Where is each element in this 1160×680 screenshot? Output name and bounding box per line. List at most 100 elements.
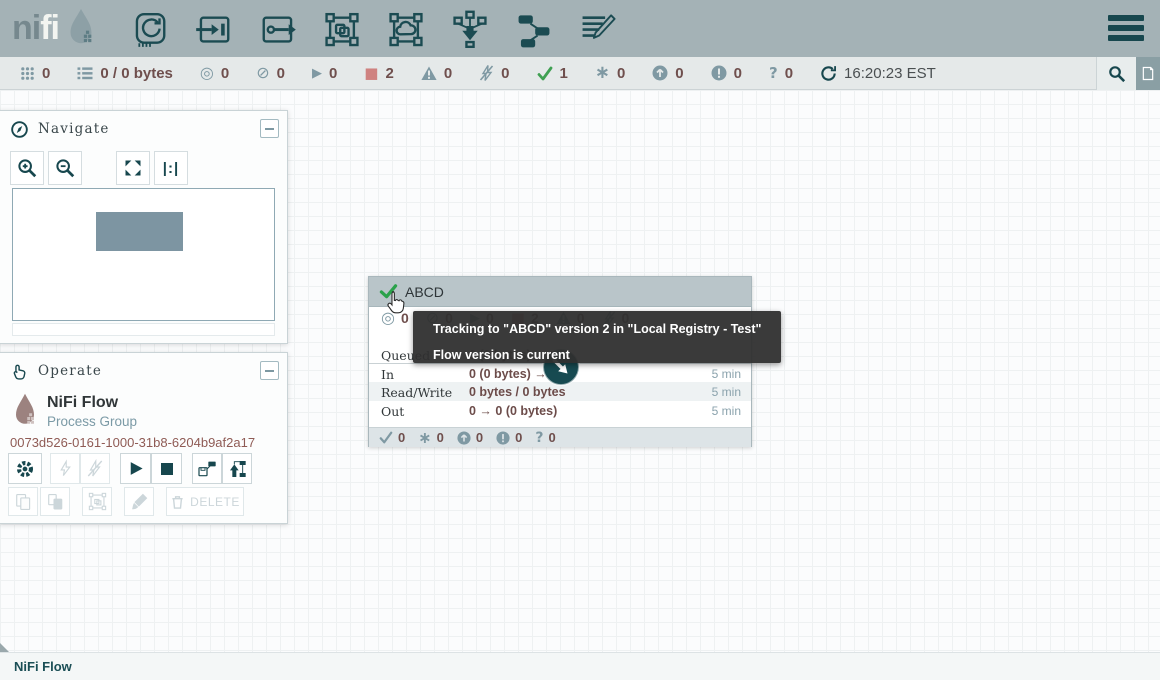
running-count: ▶ 0	[312, 65, 337, 82]
operate-title: Operate	[38, 363, 102, 379]
settings-panel-button[interactable]	[1136, 57, 1160, 90]
processor-icon[interactable]	[131, 9, 169, 49]
pg-transmitting: ◎ 0	[381, 310, 409, 326]
delete-button[interactable]: DELETE	[166, 487, 244, 516]
global-menu-button[interactable]	[1106, 12, 1146, 45]
refresh-icon	[820, 65, 837, 82]
copy-button[interactable]	[8, 487, 38, 516]
active-threads-count: 0	[20, 65, 50, 82]
search-icon	[1107, 64, 1126, 83]
birdseye-map[interactable]	[12, 188, 275, 321]
navigate-controls: |:|	[10, 151, 188, 185]
pg-out-row: Out 0 → 0 (0 bytes) 5 min	[369, 401, 751, 420]
zoom-fit-icon	[123, 158, 143, 178]
navigate-title: Navigate	[38, 121, 110, 137]
status-bar: 0 0 / 0 bytes ◎ 0 ⊘ 0 ▶ 0 ■ 2 0 0	[0, 57, 1160, 90]
label-icon[interactable]	[579, 9, 617, 49]
version-tooltip: Tracking to "ABCD" version 2 in "Local R…	[413, 311, 781, 363]
operate-header: Operate	[0, 353, 287, 389]
hand-icon	[10, 362, 29, 381]
zoom-out-icon	[54, 157, 76, 179]
queued-icon	[77, 66, 93, 81]
output-port-icon[interactable]	[259, 9, 297, 49]
breadcrumb-bar: NiFi Flow	[0, 652, 1160, 680]
sync-failure-count: ? 0	[769, 65, 793, 82]
lightning-icon	[57, 459, 74, 478]
breadcrumb-root[interactable]: NiFi Flow	[14, 659, 72, 674]
transmitting-icon: ◎	[381, 310, 395, 326]
sync-failure-icon: ?	[535, 431, 543, 445]
template-icon[interactable]	[515, 9, 553, 49]
brush-icon	[130, 492, 149, 511]
stopped-count: ■ 2	[364, 65, 394, 82]
logo-text-fi: fi	[40, 9, 59, 48]
copy-icon	[14, 492, 33, 512]
start-button[interactable]	[120, 453, 151, 484]
navigate-header: Navigate	[0, 111, 287, 147]
pg-version-footer: 0 ∗ 0 0 0 ? 0	[369, 427, 751, 447]
stale-icon	[457, 431, 471, 445]
configuration-button[interactable]	[8, 453, 42, 484]
color-button[interactable]	[124, 487, 154, 516]
transmitting-count: ◎ 0	[200, 65, 229, 82]
upload-template-button[interactable]	[222, 453, 252, 484]
pg-locally-modified: ∗ 0	[418, 430, 444, 446]
navigate-collapse-button[interactable]	[260, 119, 279, 138]
disable-button[interactable]	[80, 453, 110, 484]
template-upload-icon	[227, 459, 247, 479]
paste-button[interactable]	[40, 487, 70, 516]
selected-flow-id: 0073d526-0161-1000-31b8-6204b9af2a17	[10, 435, 255, 450]
flow-drop-icon	[10, 391, 40, 431]
process-group-name: ABCD	[405, 284, 444, 300]
hamburger-icon	[1106, 12, 1146, 45]
search-button[interactable]	[1096, 57, 1136, 90]
not-transmitting-count: ⊘ 0	[256, 65, 285, 82]
enable-button[interactable]	[50, 453, 80, 484]
stop-button[interactable]	[151, 453, 182, 484]
actual-size-icon: |:|	[163, 160, 179, 177]
trash-icon	[170, 494, 185, 510]
zoom-out-button[interactable]	[48, 151, 82, 185]
minus-icon	[265, 128, 274, 130]
process-group-header[interactable]: ABCD	[369, 277, 751, 307]
stop-icon	[158, 460, 176, 478]
template-save-icon	[197, 459, 217, 479]
group-icon	[88, 492, 107, 511]
pg-sync-failure: ? 0	[535, 430, 555, 445]
lightning-slash-icon	[86, 459, 104, 478]
zoom-fit-button[interactable]	[116, 151, 150, 185]
disabled-icon	[479, 65, 494, 81]
operate-actions-row-2: DELETE	[8, 487, 244, 516]
process-group-icon[interactable]	[323, 9, 361, 49]
locally-modified-and-stale-icon	[496, 431, 510, 445]
group-button[interactable]	[82, 487, 112, 516]
breadcrumb-resize-handle[interactable]	[0, 643, 9, 652]
funnel-icon[interactable]	[451, 9, 489, 49]
disabled-count: 0	[479, 65, 509, 82]
stale-count: 0	[652, 65, 683, 82]
sheet-icon	[1140, 65, 1156, 82]
operate-collapse-button[interactable]	[260, 361, 279, 380]
zoom-actual-size-button[interactable]: |:|	[154, 151, 188, 185]
minus-icon	[265, 370, 274, 372]
locally-modified-count: ∗ 0	[595, 64, 625, 82]
invalid-count: 0	[421, 65, 452, 82]
create-template-button[interactable]	[192, 453, 222, 484]
status-counts: 0 0 / 0 bytes ◎ 0 ⊘ 0 ▶ 0 ■ 2 0 0	[0, 57, 936, 89]
invalid-icon	[421, 66, 437, 81]
active-threads-icon	[20, 66, 35, 81]
zoom-in-button[interactable]	[10, 151, 44, 185]
version-up-to-date-icon[interactable]	[379, 283, 398, 300]
gear-icon	[14, 458, 36, 480]
sync-failure-icon: ?	[769, 66, 778, 81]
locally-modified-and-stale-count: 0	[711, 65, 742, 82]
remote-process-group-icon[interactable]	[387, 9, 425, 49]
stopped-icon: ■	[364, 66, 378, 81]
birdseye-footer-strip	[12, 323, 275, 336]
header-toolbar: nifi	[0, 0, 1160, 57]
transmitting-icon: ◎	[200, 65, 214, 81]
up-to-date-icon	[537, 66, 553, 81]
refresh-status[interactable]: 16:20:23 EST	[820, 65, 936, 82]
input-port-icon[interactable]	[195, 9, 233, 49]
navigate-palette: Navigate |:|	[0, 110, 288, 344]
